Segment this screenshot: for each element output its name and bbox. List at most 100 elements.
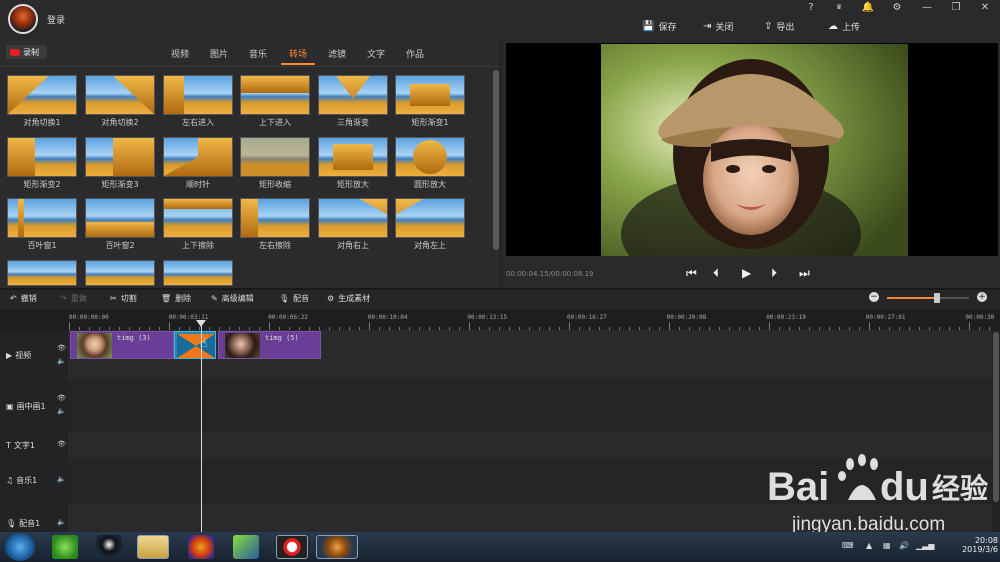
bell-icon[interactable]: 🔔 — [859, 2, 877, 13]
speaker-icon[interactable]: 🔈 — [57, 475, 66, 483]
zoom-in-icon[interactable]: + — [977, 292, 987, 302]
file-explorer-icon[interactable] — [137, 535, 169, 559]
transition-thumbnail[interactable] — [85, 75, 155, 115]
ruler-time-label: 00:00:00:00 — [69, 314, 109, 321]
help-icon[interactable]: ? — [802, 2, 820, 13]
video-clip[interactable]: timg (5) — [218, 331, 321, 359]
track-pip[interactable] — [68, 380, 993, 432]
tab-music[interactable]: 音乐 — [249, 47, 267, 60]
firefox-icon[interactable] — [188, 535, 214, 559]
user-avatar[interactable] — [8, 4, 38, 34]
transition-thumbnail[interactable] — [85, 198, 155, 238]
save-button[interactable]: 💾 保存 — [642, 18, 676, 34]
delete-button[interactable]: 🗑 删除 — [161, 293, 191, 304]
transition-thumbnail[interactable] — [7, 198, 77, 238]
close-project-button[interactable]: ⇥ 关闭 — [703, 18, 733, 34]
login-link[interactable]: 登录 — [47, 13, 65, 26]
transition-thumbnail[interactable] — [318, 137, 388, 177]
export-button[interactable]: ⇪ 导出 — [764, 18, 794, 34]
qq-icon[interactable] — [96, 535, 122, 559]
video-editor-taskbar-icon[interactable] — [316, 535, 358, 559]
media-app-icon[interactable] — [233, 535, 259, 559]
transition-thumbnail[interactable] — [163, 260, 233, 286]
keyboard-icon[interactable]: ⌨ — [842, 541, 854, 550]
playhead-line[interactable] — [201, 322, 202, 532]
ruler-tick — [969, 322, 970, 330]
microphone-icon: 🎙 — [6, 519, 17, 528]
speaker-icon[interactable]: 🔈 — [57, 357, 66, 365]
media-scroll-thumb[interactable] — [493, 70, 499, 250]
advanced-edit-button[interactable]: ✎ 高级编辑 — [211, 293, 254, 304]
svg-text:du: du — [880, 465, 929, 509]
speaker-icon[interactable]: 🔈 — [57, 518, 66, 526]
transition-thumbnail[interactable] — [7, 75, 77, 115]
transition-thumbnail[interactable] — [318, 198, 388, 238]
skip-end-icon[interactable]: ⏭ — [799, 266, 810, 281]
generate-material-button[interactable]: ⚙ 生成素材 — [327, 293, 370, 304]
eye-icon[interactable]: 👁 — [57, 394, 66, 402]
transition-thumbnail[interactable] — [7, 137, 77, 177]
tab-transition[interactable]: 转场 — [289, 47, 307, 60]
system-clock[interactable]: 20:08 2019/3/6 — [938, 536, 998, 554]
volume-icon[interactable]: 🔊 — [899, 541, 909, 550]
transition-label: 矩形收缩 — [259, 180, 291, 189]
skip-start-icon[interactable]: ⏮ — [686, 266, 697, 281]
restore-icon[interactable]: ❐ — [947, 2, 965, 13]
track-name-text: 文字1 — [13, 441, 35, 450]
undo-button[interactable]: ↶ 撤销 — [10, 293, 37, 304]
tab-image[interactable]: 图片 — [210, 47, 228, 60]
transition-thumbnail[interactable] — [163, 198, 233, 238]
transition-thumbnail[interactable] — [395, 198, 465, 238]
transition-thumbnail[interactable] — [240, 75, 310, 115]
transition-clip[interactable] — [174, 331, 216, 359]
tab-works[interactable]: 作品 — [406, 47, 424, 60]
tab-filter[interactable]: 滤镜 — [328, 47, 346, 60]
screen-recorder-icon[interactable] — [276, 535, 308, 559]
transition-label: 对角切换1 — [23, 118, 61, 127]
transition-thumbnail[interactable] — [240, 137, 310, 177]
dub-button[interactable]: 🎙 配音 — [279, 293, 309, 304]
transition-thumbnail[interactable] — [163, 137, 233, 177]
upload-label: 上传 — [842, 22, 861, 33]
transition-preview-overlay — [164, 199, 232, 209]
app-360-icon[interactable] — [52, 535, 78, 559]
network-icon[interactable]: ▦ — [883, 541, 891, 550]
tray-arrow-icon[interactable]: ▲ — [866, 541, 872, 550]
vip-icon[interactable]: ♛ — [830, 3, 848, 11]
cut-button[interactable]: ✂ 切割 — [110, 293, 137, 304]
start-button[interactable] — [5, 533, 35, 561]
transition-thumbnail[interactable] — [395, 75, 465, 115]
record-button[interactable]: 录制 — [6, 45, 47, 59]
speaker-icon[interactable]: 🔈 — [57, 407, 66, 415]
baidu-watermark: Bai du 经验 jingyan.baidu.com — [762, 452, 1000, 542]
eye-icon[interactable]: 👁 — [57, 440, 66, 448]
close-icon[interactable]: ✕ — [976, 2, 994, 13]
tab-text[interactable]: 文字 — [367, 47, 385, 60]
transition-thumbnail[interactable] — [85, 260, 155, 286]
ruler-tick — [769, 322, 770, 330]
export-label: 导出 — [776, 22, 795, 33]
step-back-icon[interactable]: ⏴ — [713, 266, 719, 281]
upload-button[interactable]: ☁ 上传 — [828, 18, 860, 34]
signal-icon[interactable]: ▁▃▅ — [916, 541, 934, 550]
zoom-out-icon[interactable]: − — [869, 292, 879, 302]
gear-icon[interactable]: ⚙ — [888, 2, 906, 13]
ruler-tick — [469, 322, 470, 330]
step-forward-icon[interactable]: ⏵ — [771, 266, 777, 281]
play-icon[interactable]: ▶ — [742, 266, 751, 280]
video-clip[interactable]: timg (3) — [70, 331, 174, 359]
zoom-slider-knob[interactable] — [934, 293, 940, 303]
transition-thumbnail[interactable] — [7, 260, 77, 286]
transition-thumbnail[interactable] — [318, 75, 388, 115]
eye-icon[interactable]: 👁 — [57, 344, 66, 352]
transition-thumbnail[interactable] — [395, 137, 465, 177]
redo-button[interactable]: ↷ 重做 — [60, 293, 87, 304]
transition-thumbnail[interactable] — [85, 137, 155, 177]
transition-thumbnail[interactable] — [240, 198, 310, 238]
minimize-icon[interactable]: — — [918, 2, 936, 13]
clip-label: timg (3) — [117, 334, 151, 342]
transition-label: 百叶窗1 — [27, 241, 57, 250]
record-label: 录制 — [23, 47, 39, 57]
transition-thumbnail[interactable] — [163, 75, 233, 115]
tab-video[interactable]: 视频 — [171, 47, 189, 60]
